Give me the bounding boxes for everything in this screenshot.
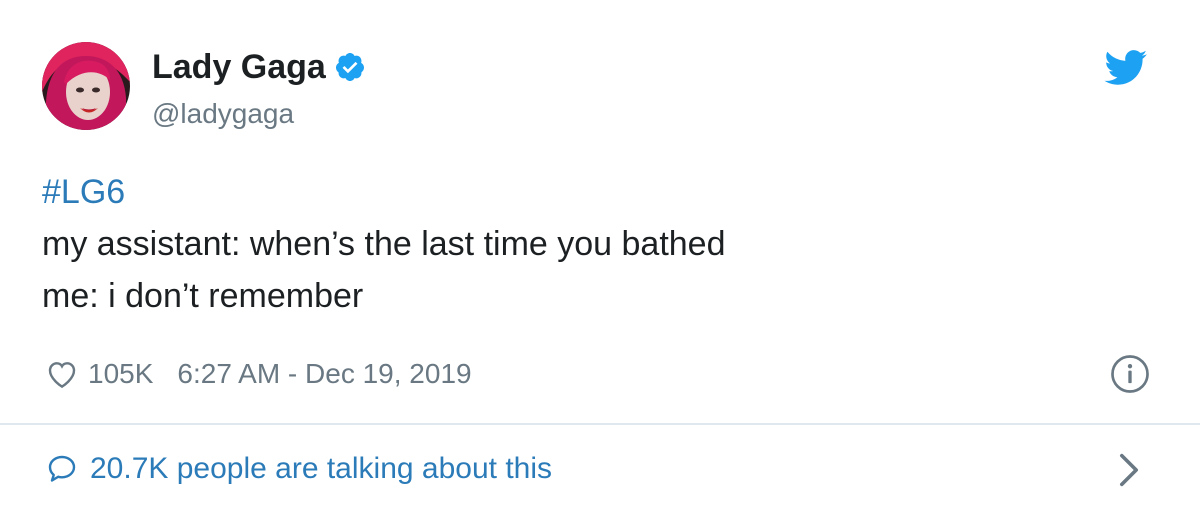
- embedded-tweet: Lady Gaga @ladygaga #LG6 my assistant: w…: [0, 0, 1200, 515]
- avatar[interactable]: [42, 42, 130, 130]
- handle[interactable]: @ladygaga: [152, 96, 366, 132]
- user-info: Lady Gaga @ladygaga: [152, 46, 366, 132]
- tweet-meta: 105K 6:27 AM - Dec 19, 2019: [46, 352, 472, 396]
- heart-icon: [48, 362, 76, 389]
- twitter-bird-icon[interactable]: [1104, 50, 1148, 86]
- conversation-count: 20.7K people are talking about this: [90, 452, 552, 485]
- chevron-right-icon[interactable]: [1118, 452, 1140, 488]
- timestamp-link[interactable]: 6:27 AM - Dec 19, 2019: [177, 358, 471, 390]
- tweet-line: me: i don’t remember: [42, 277, 364, 315]
- avatar-image: [42, 42, 130, 130]
- name-row: Lady Gaga: [152, 46, 366, 88]
- verified-badge-icon: [335, 53, 364, 81]
- divider: [0, 423, 1200, 425]
- tweet-line: my assistant: when’s the last time you b…: [42, 225, 726, 263]
- tweet-text: #LG6 my assistant: when’s the last time …: [42, 166, 726, 322]
- display-name[interactable]: Lady Gaga: [152, 46, 326, 88]
- conversation-link[interactable]: 20.7K people are talking about this: [46, 444, 552, 494]
- like-button[interactable]: 105K: [46, 358, 153, 390]
- info-icon[interactable]: [1110, 354, 1150, 394]
- hashtag-link[interactable]: #LG6: [42, 166, 726, 218]
- like-count: 105K: [88, 358, 154, 389]
- speech-bubble-icon: [48, 455, 76, 482]
